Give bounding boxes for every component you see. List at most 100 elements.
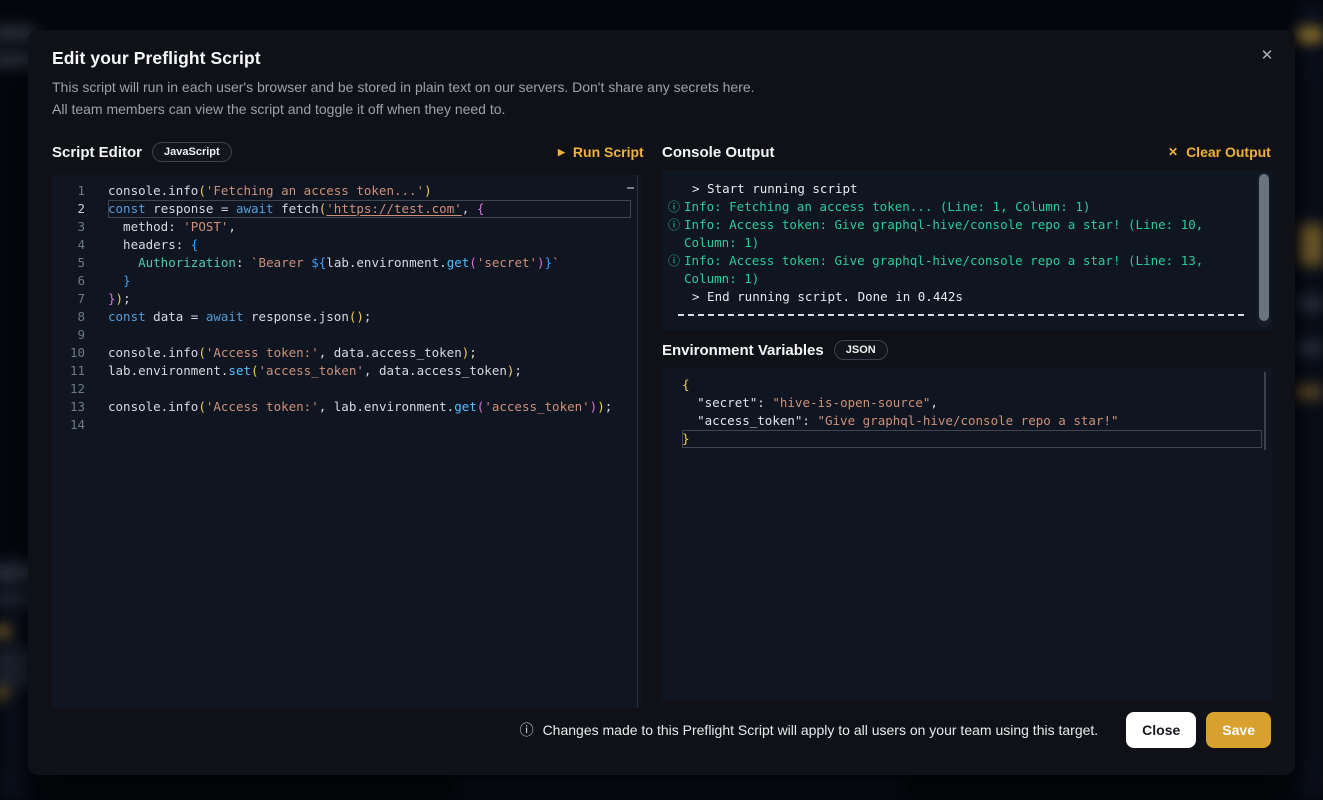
code-token: } [682, 431, 690, 446]
code-token: Authorization [138, 255, 236, 270]
line-number: 12 [52, 380, 85, 398]
info-circle-icon: ⓘ [668, 252, 684, 288]
code-token: await [236, 201, 274, 216]
line-number: 3 [52, 218, 85, 236]
modal-description: This script will run in each user's brow… [52, 76, 755, 120]
code-line[interactable]: "access_token": "Give graphql-hive/conso… [682, 412, 1262, 430]
console-log: > Start running scriptⓘInfo: Fetching an… [662, 170, 1272, 330]
close-button[interactable]: Close [1126, 712, 1196, 748]
backdrop-blob [1298, 296, 1323, 311]
console-output-panel: > Start running scriptⓘInfo: Fetching an… [662, 170, 1272, 330]
code-line[interactable]: } [682, 430, 1262, 448]
code-token: , lab.environment. [319, 399, 454, 414]
code-token: ; [123, 291, 131, 306]
code-token: lab.environment. [326, 255, 446, 270]
backdrop-blob [0, 688, 8, 698]
code-token: headers: [108, 237, 191, 252]
console-output-heading: Console Output [662, 144, 775, 161]
console-entry: > End running script. Done in 0.442s [668, 288, 1246, 306]
code-line[interactable]: } [108, 272, 631, 290]
line-number: 1 [52, 182, 85, 200]
code-token: set [228, 363, 251, 378]
code-line[interactable]: const response = await fetch('https://te… [108, 200, 631, 218]
code-line[interactable]: method: 'POST', [108, 218, 631, 236]
close-icon[interactable]: ✕ [1255, 44, 1279, 68]
json-badge: JSON [834, 340, 888, 360]
backdrop-blob [455, 778, 905, 800]
code-token: data = [146, 309, 206, 324]
code-token: ; [605, 399, 613, 414]
code-token: 'Access token:' [206, 399, 319, 414]
code-token: ${ [311, 255, 326, 270]
code-token: const [108, 309, 146, 324]
code-token: console.info [108, 183, 198, 198]
code-line[interactable]: Authorization: `Bearer ${lab.environment… [108, 254, 631, 272]
line-number: 6 [52, 272, 85, 290]
code-token: response.json [244, 309, 349, 324]
code-token: await [206, 309, 244, 324]
console-scrollbar-thumb[interactable] [1259, 174, 1269, 321]
line-number: 14 [52, 416, 85, 434]
code-token: ( [198, 345, 206, 360]
code-lines[interactable]: console.info('Fetching an access token..… [100, 182, 641, 708]
code-line[interactable]: { [682, 376, 1262, 394]
console-entry-text: > End running script. Done in 0.442s [684, 288, 1246, 306]
code-line[interactable]: headers: { [108, 236, 631, 254]
code-token: ( [198, 399, 206, 414]
code-line[interactable] [108, 326, 631, 344]
run-script-button[interactable]: ▶ Run Script [558, 140, 644, 164]
console-scrollbar-track [1257, 172, 1270, 327]
code-token: } [108, 291, 116, 306]
code-token: "secret" [697, 395, 757, 410]
code-line[interactable]: lab.environment.set('access_token', data… [108, 362, 631, 380]
preflight-script-modal: ✕ Edit your Preflight Script This script… [28, 30, 1295, 775]
code-token: ( [198, 183, 206, 198]
console-entry: ⓘInfo: Access token: Give graphql-hive/c… [668, 216, 1246, 252]
code-token: ) [116, 291, 124, 306]
code-token: fetch [274, 201, 319, 216]
code-token: : [757, 395, 772, 410]
code-token: } [545, 255, 553, 270]
console-entry: ⓘInfo: Access token: Give graphql-hive/c… [668, 252, 1246, 288]
code-line[interactable]: console.info('Fetching an access token..… [108, 182, 631, 200]
environment-json-lines[interactable]: { "secret": "hive-is-open-source", "acce… [662, 368, 1272, 700]
code-line[interactable]: }); [108, 290, 631, 308]
code-token: "access_token" [697, 413, 802, 428]
code-token: ; [514, 363, 522, 378]
backdrop-blob [1300, 0, 1323, 800]
line-number: 9 [52, 326, 85, 344]
line-number: 7 [52, 290, 85, 308]
console-entry-spacer [668, 288, 684, 306]
info-circle-icon: ⓘ [668, 198, 684, 216]
code-line[interactable] [108, 416, 631, 434]
line-number: 4 [52, 236, 85, 254]
javascript-badge: JavaScript [152, 142, 232, 162]
code-token: { [682, 377, 690, 392]
code-token: method: [108, 219, 183, 234]
code-token: 'access_token' [484, 399, 589, 414]
clear-output-button[interactable]: ✕ Clear Output [1168, 140, 1271, 164]
code-token [682, 413, 697, 428]
console-entry-spacer [668, 180, 684, 198]
code-editor[interactable]: 1234567891011121314 console.info('Fetchi… [52, 175, 641, 708]
backdrop-blob [1298, 28, 1323, 42]
environment-variables-editor[interactable]: { "secret": "hive-is-open-source", "acce… [662, 368, 1272, 700]
code-line[interactable]: console.info('Access token:', data.acces… [108, 344, 631, 362]
code-line[interactable]: const data = await response.json(); [108, 308, 631, 326]
code-token: lab.environment. [108, 363, 228, 378]
modal-description-line2: All team members can view the script and… [52, 98, 755, 120]
clear-icon: ✕ [1168, 146, 1178, 158]
code-token: , [462, 201, 477, 216]
backdrop-blob [1295, 386, 1323, 398]
line-number: 5 [52, 254, 85, 272]
console-separator [678, 314, 1244, 316]
code-token: "Give graphql-hive/console repo a star!" [817, 413, 1118, 428]
save-button[interactable]: Save [1206, 712, 1271, 748]
code-line[interactable] [108, 380, 631, 398]
code-line[interactable]: console.info('Access token:', lab.enviro… [108, 398, 631, 416]
console-entry-text: Info: Fetching an access token... (Line:… [684, 198, 1246, 216]
footer-note: ⓘ Changes made to this Preflight Script … [520, 720, 1099, 740]
line-number: 8 [52, 308, 85, 326]
code-token [108, 255, 138, 270]
code-line[interactable]: "secret": "hive-is-open-source", [682, 394, 1262, 412]
